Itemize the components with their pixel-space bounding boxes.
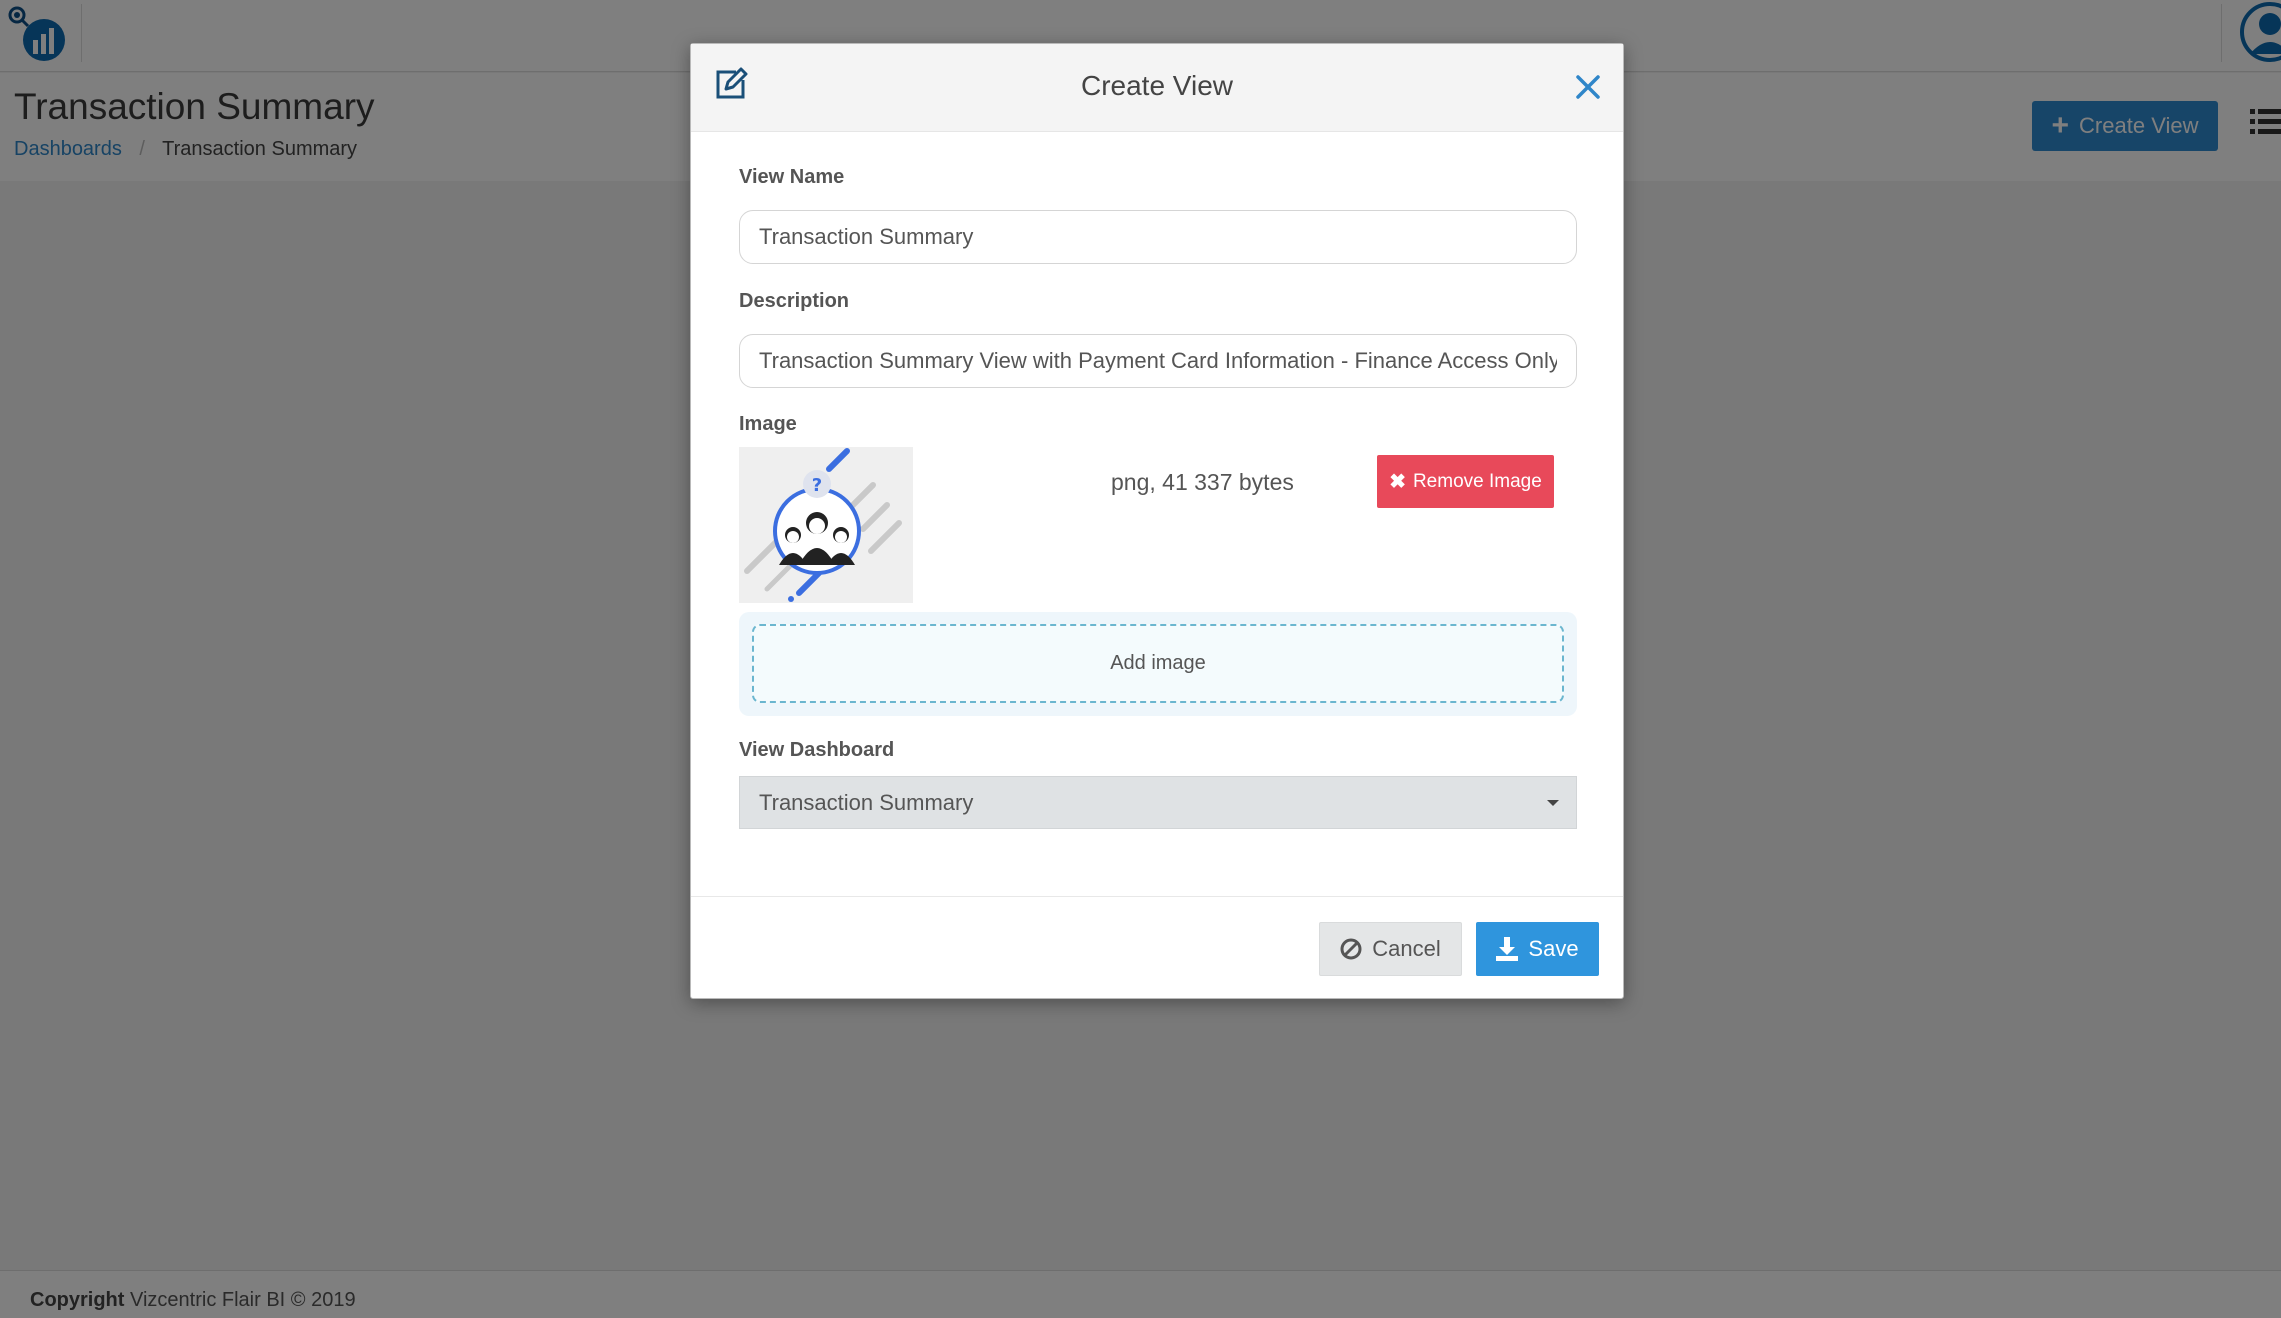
close-icon[interactable]	[1575, 74, 1601, 100]
remove-image-label: Remove Image	[1412, 470, 1542, 492]
view-thumbnail-image: ?	[739, 447, 913, 603]
image-label: Image	[739, 413, 797, 435]
modal-footer-divider	[691, 896, 1623, 897]
caret-down-icon	[1547, 800, 1559, 806]
cancel-button[interactable]: Cancel	[1319, 922, 1462, 976]
download-icon	[1496, 937, 1519, 961]
save-button[interactable]: Save	[1476, 922, 1599, 976]
svg-text:?: ?	[812, 475, 822, 496]
view-dashboard-label: View Dashboard	[739, 739, 895, 761]
view-dashboard-selected: Transaction Summary	[759, 789, 974, 815]
view-dashboard-select[interactable]: Transaction Summary	[739, 776, 1577, 829]
save-label: Save	[1528, 936, 1579, 961]
remove-image-button[interactable]: ✖ Remove Image	[1377, 455, 1554, 508]
image-file-info: png, 41 337 bytes	[1111, 469, 1294, 495]
description-input[interactable]	[739, 334, 1577, 388]
modal-title: Create View	[1080, 70, 1233, 101]
modal-header: Create View	[691, 44, 1623, 132]
create-view-modal: Create View View Name Description Image …	[690, 43, 1624, 999]
add-image-dropzone[interactable]: Add image	[752, 624, 1564, 703]
ban-icon	[1340, 938, 1362, 960]
remove-icon: ✖	[1389, 471, 1406, 493]
description-label: Description	[739, 290, 850, 312]
view-name-label: View Name	[739, 166, 845, 188]
cancel-label: Cancel	[1372, 936, 1441, 961]
view-name-input[interactable]	[739, 210, 1577, 264]
image-upload-area: Add image	[739, 612, 1577, 716]
